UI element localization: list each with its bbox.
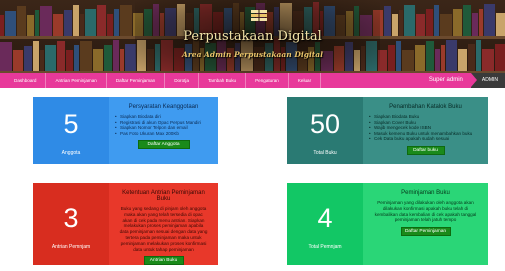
card-anggota: 5 Anggota Persyaratan Keanggotaan Siapka… (33, 97, 218, 164)
anggota-count: 5 (63, 109, 79, 139)
list-item: Cek Data buku apakah sudah sesuai (369, 136, 482, 142)
card-buku-info: Penambahan Katalok Buku Siapkan Biodata … (363, 97, 488, 164)
nav-daftar-peminjaman[interactable]: Daftar Peminjaman (107, 73, 166, 88)
list-item: Pas Foto Ukuran Max 200Kb (115, 131, 212, 137)
nav-role-badge: ADMIN (470, 73, 505, 88)
buku-caption: Total Buku (313, 150, 337, 156)
daftar-buku-button[interactable]: Daftar buku (406, 145, 445, 155)
peminjaman-description: Peminjaman yang dilakukan oleh anggota a… (374, 200, 477, 223)
buku-title: Penambahan Katalok Buku (389, 104, 462, 110)
peminjaman-caption: Total Pemnjam (308, 243, 342, 250)
anggota-requirements-list: Siapkan Biodata diri Registrasi di akun … (115, 114, 212, 136)
nav-dorotja[interactable]: Dorotja (165, 73, 199, 88)
nav-user-name[interactable]: Super admin (421, 73, 471, 88)
antrian-description: Buku yang sedang di pinjam oleh anggota … (119, 206, 208, 252)
open-book-icon (251, 9, 267, 22)
nav-pengaturan[interactable]: Pengaturan (246, 73, 289, 88)
peminjaman-title: Peminjaman Buku (401, 190, 450, 196)
card-peminjaman-info: Peminjaman Buku Peminjaman yang dilakuka… (363, 183, 488, 265)
antrian-buku-button[interactable]: Antrian Buku (143, 256, 184, 265)
card-antrian-stat: 3 Antrian Pemnjam (33, 183, 109, 265)
site-subtitle: Area Admin Perpustakaan Digital (182, 50, 323, 59)
buku-steps-list: Siapkan Biodata Buku Siapkan Cover Buku … (369, 114, 482, 142)
antrian-title: Ketentuan Antrian Peminjaman Buku (122, 190, 205, 202)
antrian-count: 3 (63, 202, 79, 233)
nav-antrian-peminjaman[interactable]: Antrian Peminjaman (46, 73, 107, 88)
main-navbar: Dashboard Antrian Peminjaman Daftar Pemi… (0, 73, 505, 88)
card-antrian-info: Ketentuan Antrian Peminjaman Buku Buku y… (109, 183, 218, 265)
nav-dashboard[interactable]: Dashboard (0, 73, 47, 88)
card-buku: 50 Total Buku Penambahan Katalok Buku Si… (287, 97, 488, 164)
daftar-peminjaman-button[interactable]: Daftar Peminjaman (400, 227, 451, 237)
peminjaman-count: 4 (317, 202, 333, 233)
nav-keluar[interactable]: Keluar (289, 73, 322, 88)
daftar-anggota-button[interactable]: Daftar Anggota (137, 140, 190, 150)
anggota-caption: Anggota (61, 150, 81, 156)
card-peminjaman: 4 Total Pemnjam Peminjaman Buku Peminjam… (287, 183, 488, 265)
card-peminjaman-stat: 4 Total Pemnjam (287, 183, 363, 265)
site-title: Perpustakaan Digital (183, 29, 322, 44)
card-anggota-info: Persyaratan Keanggotaan Siapkan Biodata … (109, 97, 218, 164)
anggota-title: Persyaratan Keanggotaan (128, 104, 199, 110)
buku-count: 50 (309, 109, 341, 139)
card-anggota-stat: 5 Anggota (33, 97, 109, 164)
card-antrian: 3 Antrian Pemnjam Ketentuan Antrian Pemi… (33, 183, 218, 265)
header-banner: Perpustakaan Digital Area Admin Perpusta… (0, 0, 505, 73)
nav-tambah-buku[interactable]: Tambah Buku (199, 73, 247, 88)
card-buku-stat: 50 Total Buku (287, 97, 363, 164)
antrian-caption: Antrian Pemnjam (51, 243, 91, 250)
